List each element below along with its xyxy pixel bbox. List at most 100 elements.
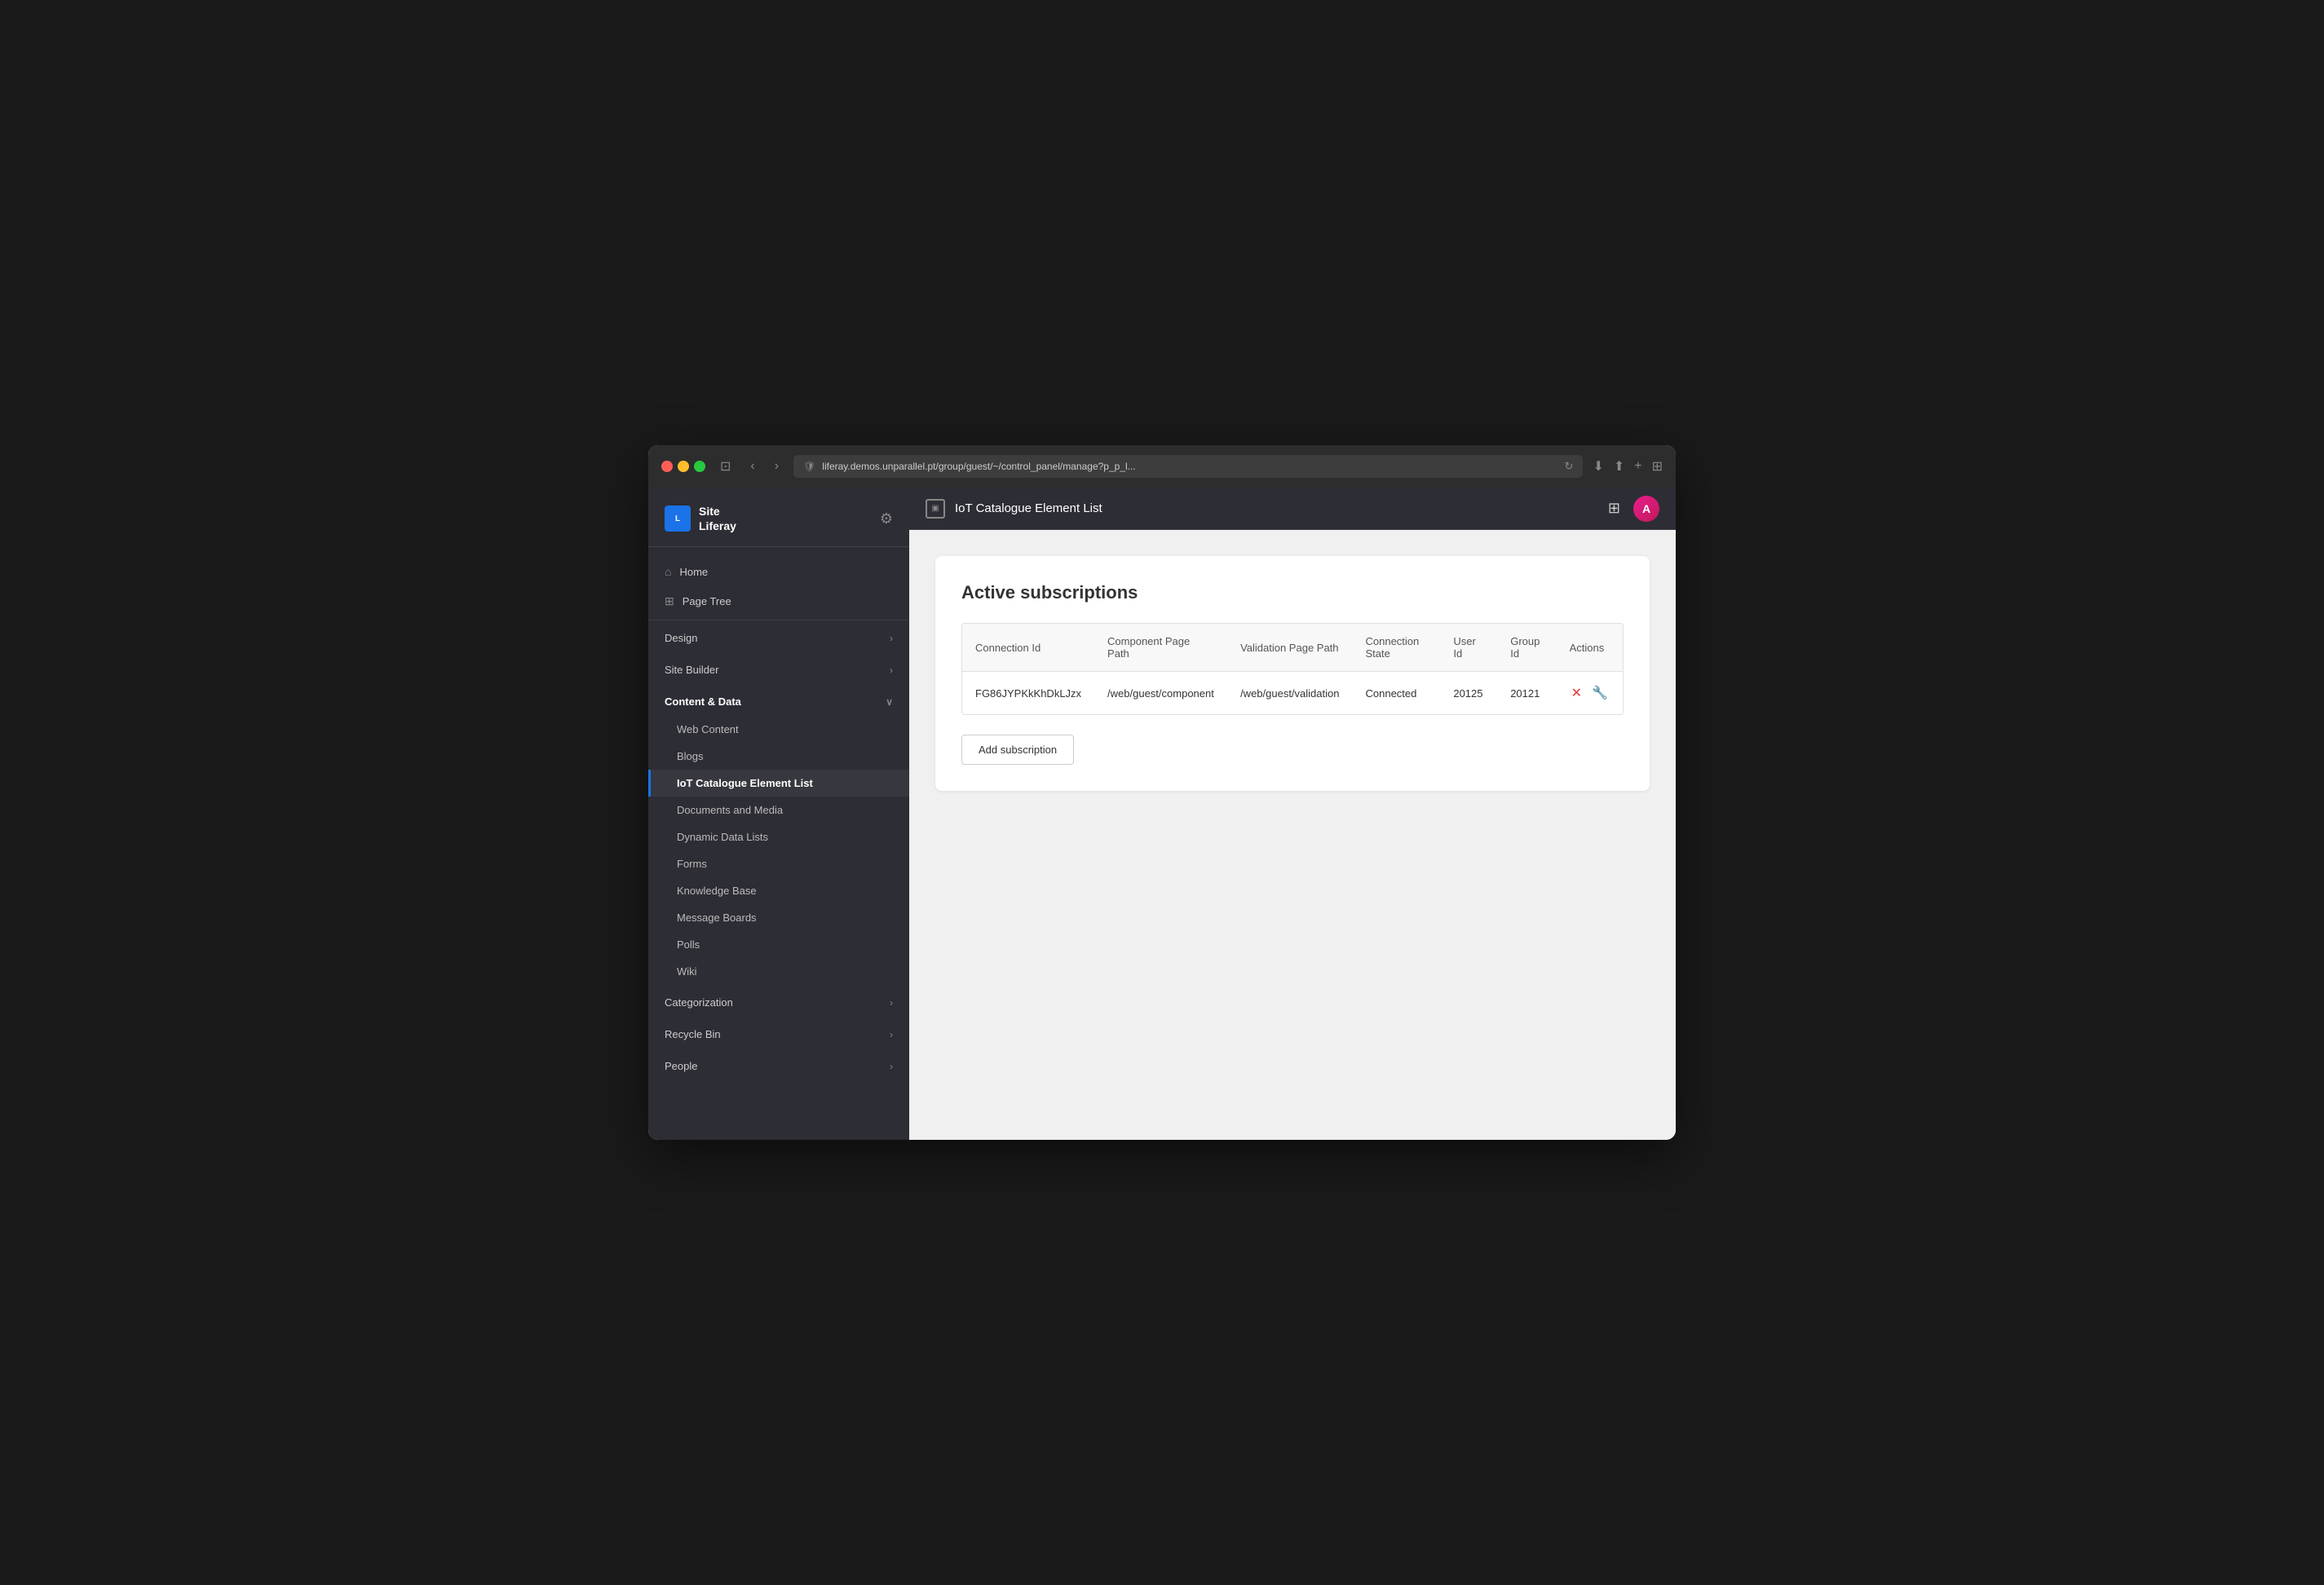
sidebar-toggle-button[interactable]: ⊡ <box>715 457 736 476</box>
sidebar-item-documents-media[interactable]: Documents and Media <box>648 797 909 823</box>
page-title: IoT Catalogue Element List <box>955 501 1102 515</box>
sidebar-section-people-header[interactable]: People › <box>648 1052 909 1080</box>
sidebar-item-polls[interactable]: Polls <box>648 931 909 958</box>
chevron-right-icon-2: › <box>890 664 893 676</box>
traffic-lights <box>661 461 705 472</box>
sidebar: L Site Liferay ⚙ ⌂ Home ⊞ Page Tree <box>648 488 909 1140</box>
cell-connection-id: FG86JYPKkKhDkLJzx <box>962 672 1094 715</box>
top-bar-actions: ⊞ A <box>1608 496 1659 522</box>
sidebar-item-web-content-label: Web Content <box>677 723 739 735</box>
share-icon[interactable]: ⬆ <box>1614 458 1624 475</box>
chevron-right-icon-4: › <box>890 1029 893 1040</box>
sidebar-item-wiki[interactable]: Wiki <box>648 958 909 985</box>
delete-button[interactable]: ✕ <box>1570 683 1584 703</box>
sidebar-section-recycle-bin: Recycle Bin › <box>648 1020 909 1049</box>
logo-text: L <box>675 514 680 523</box>
edit-button[interactable]: 🔧 <box>1590 683 1610 703</box>
browser-window: ⊡ ‹ › 🛡 liferay.demos.unparallel.pt/grou… <box>648 445 1676 1140</box>
shield-icon: 🛡 <box>803 461 815 472</box>
content-panel: Active subscriptions Connection Id Compo… <box>935 556 1650 791</box>
avatar-initials: A <box>1642 502 1650 515</box>
sidebar-section-site-builder-header[interactable]: Site Builder › <box>648 656 909 684</box>
sidebar-section-content-data-header[interactable]: Content & Data ∨ <box>648 687 909 716</box>
panel-title: Active subscriptions <box>961 582 1624 603</box>
sidebar-navigation: ⌂ Home ⊞ Page Tree Design › Site Bu <box>648 547 909 1090</box>
sidebar-section-design-label: Design <box>665 632 697 644</box>
sidebar-item-home[interactable]: ⌂ Home <box>648 557 909 586</box>
apps-grid-button[interactable]: ⊞ <box>1608 500 1620 517</box>
sidebar-item-message-boards-label: Message Boards <box>677 912 757 924</box>
sidebar-section-people: People › <box>648 1052 909 1080</box>
sidebar-item-knowledge-base[interactable]: Knowledge Base <box>648 877 909 904</box>
minimize-button[interactable] <box>678 461 689 472</box>
sidebar-item-message-boards[interactable]: Message Boards <box>648 904 909 931</box>
subscriptions-table: Connection Id Component Page Path Valida… <box>962 624 1623 714</box>
url-text: liferay.demos.unparallel.pt/group/guest/… <box>822 461 1557 472</box>
col-actions: Actions <box>1557 624 1623 672</box>
cell-actions: ✕ 🔧 <box>1557 672 1623 715</box>
col-group-id: Group Id <box>1497 624 1556 672</box>
sidebar-section-design-header[interactable]: Design › <box>648 624 909 652</box>
address-bar[interactable]: 🛡 liferay.demos.unparallel.pt/group/gues… <box>793 455 1583 478</box>
gear-icon[interactable]: ⚙ <box>880 510 893 528</box>
site-logo: L <box>665 506 691 532</box>
table-body: FG86JYPKkKhDkLJzx /web/guest/component /… <box>962 672 1623 715</box>
col-connection-id: Connection Id <box>962 624 1094 672</box>
cell-user-id: 20125 <box>1440 672 1497 715</box>
sidebar-section-categorization: Categorization › <box>648 988 909 1017</box>
sidebar-item-page-tree[interactable]: ⊞ Page Tree <box>648 586 909 616</box>
sidebar-item-blogs-label: Blogs <box>677 750 704 762</box>
grid-icon[interactable]: ⊞ <box>1652 458 1663 475</box>
new-tab-icon[interactable]: + <box>1634 458 1641 475</box>
download-icon[interactable]: ⬇ <box>1593 458 1603 475</box>
back-button[interactable]: ‹ <box>745 457 759 475</box>
close-button[interactable] <box>661 461 673 472</box>
col-component-page-path: Component Page Path <box>1094 624 1227 672</box>
home-icon: ⌂ <box>665 565 671 578</box>
sidebar-item-polls-label: Polls <box>677 938 700 951</box>
user-avatar[interactable]: A <box>1633 496 1659 522</box>
subscriptions-table-container: Connection Id Component Page Path Valida… <box>961 623 1624 715</box>
sidebar-section-recycle-bin-header[interactable]: Recycle Bin › <box>648 1020 909 1049</box>
content-data-sub-items: Web Content Blogs IoT Catalogue Element … <box>648 716 909 985</box>
reload-icon[interactable]: ↻ <box>1565 460 1574 473</box>
sidebar-item-home-label: Home <box>679 566 708 578</box>
chevron-right-icon-3: › <box>890 997 893 1009</box>
chevron-down-icon: ∨ <box>886 696 893 708</box>
chevron-right-icon: › <box>890 633 893 644</box>
sidebar-section-content-data-label: Content & Data <box>665 695 741 708</box>
add-subscription-button[interactable]: Add subscription <box>961 735 1074 765</box>
sidebar-item-blogs[interactable]: Blogs <box>648 743 909 770</box>
site-name: Site Liferay <box>699 504 736 533</box>
page-icon: ▣ <box>926 499 945 519</box>
sidebar-item-forms[interactable]: Forms <box>648 850 909 877</box>
cell-group-id: 20121 <box>1497 672 1556 715</box>
col-connection-state: Connection State <box>1352 624 1440 672</box>
sidebar-section-site-builder: Site Builder › <box>648 656 909 684</box>
sidebar-section-categorization-label: Categorization <box>665 996 733 1009</box>
cell-validation-page-path: /web/guest/validation <box>1227 672 1352 715</box>
sidebar-item-page-tree-label: Page Tree <box>683 595 731 607</box>
sidebar-section-people-label: People <box>665 1060 697 1072</box>
sidebar-section-content-data: Content & Data ∨ Web Content Blogs IoT C… <box>648 687 909 985</box>
cell-component-page-path: /web/guest/component <box>1094 672 1227 715</box>
sidebar-item-knowledge-base-label: Knowledge Base <box>677 885 757 897</box>
sidebar-item-iot-catalogue[interactable]: IoT Catalogue Element List <box>648 770 909 797</box>
sidebar-item-documents-media-label: Documents and Media <box>677 804 783 816</box>
col-user-id: User Id <box>1440 624 1497 672</box>
main-content: ▣ IoT Catalogue Element List ⊞ A Active … <box>909 488 1676 1140</box>
content-area: Active subscriptions Connection Id Compo… <box>909 530 1676 1140</box>
forward-button[interactable]: › <box>770 457 784 475</box>
maximize-button[interactable] <box>694 461 705 472</box>
sidebar-item-wiki-label: Wiki <box>677 965 697 978</box>
browser-chrome: ⊡ ‹ › 🛡 liferay.demos.unparallel.pt/grou… <box>648 445 1676 488</box>
sidebar-item-dynamic-data-lists[interactable]: Dynamic Data Lists <box>648 823 909 850</box>
sidebar-header: L Site Liferay ⚙ <box>648 488 909 547</box>
top-bar: ▣ IoT Catalogue Element List ⊞ A <box>909 488 1676 530</box>
sidebar-section-site-builder-label: Site Builder <box>665 664 718 676</box>
browser-actions: ⬇ ⬆ + ⊞ <box>1593 458 1663 475</box>
sidebar-item-iot-catalogue-label: IoT Catalogue Element List <box>677 777 813 789</box>
cell-connection-state: Connected <box>1352 672 1440 715</box>
sidebar-section-categorization-header[interactable]: Categorization › <box>648 988 909 1017</box>
sidebar-item-web-content[interactable]: Web Content <box>648 716 909 743</box>
